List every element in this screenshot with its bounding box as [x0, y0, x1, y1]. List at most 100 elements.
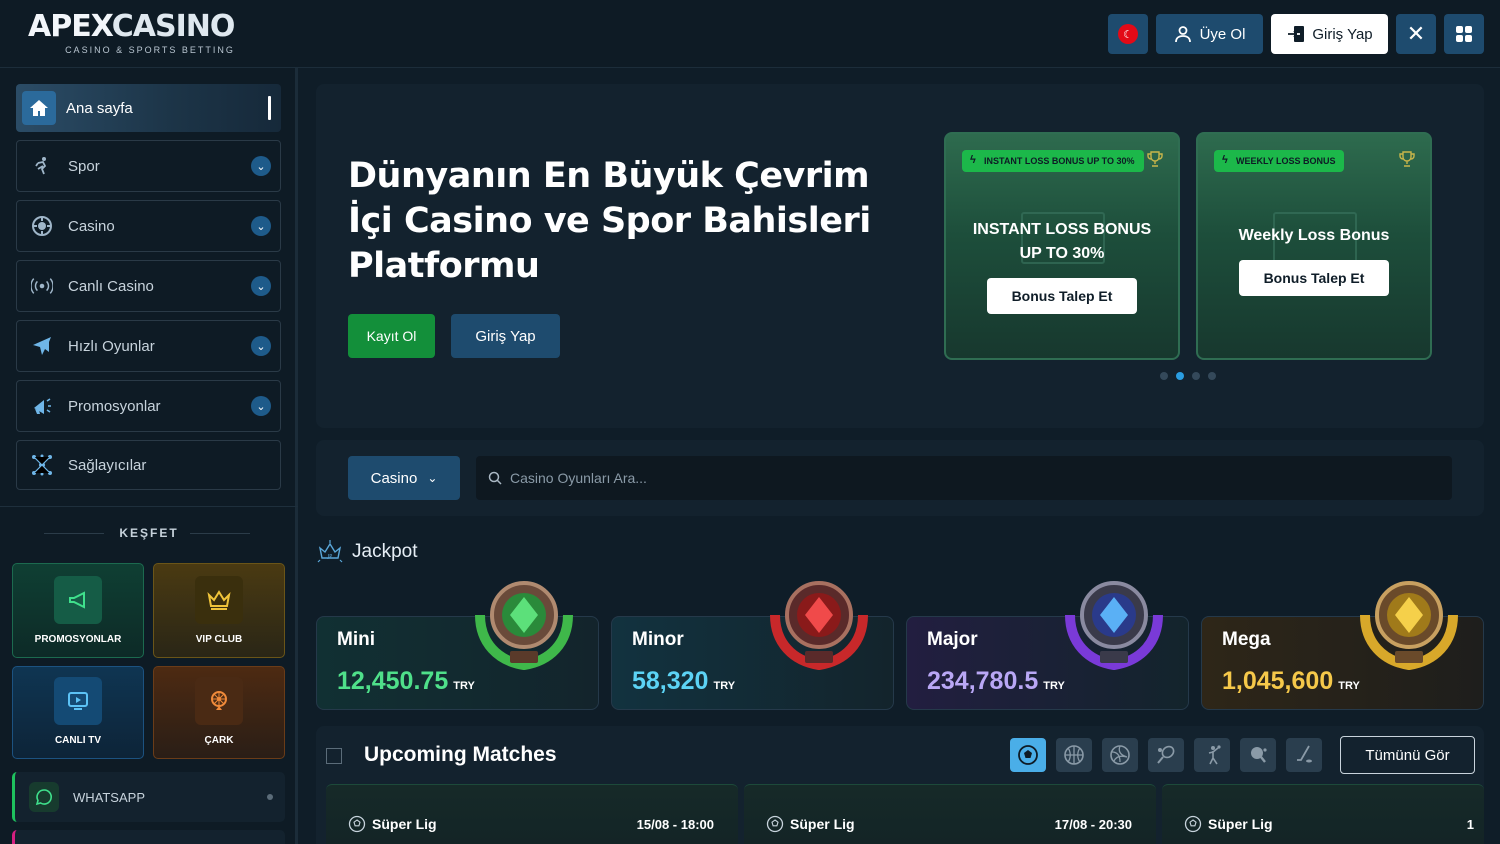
tile-label: CANLI TV — [54, 735, 102, 746]
whatsapp-link[interactable]: WHATSAPP — [12, 772, 285, 822]
category-value: Casino — [370, 469, 418, 487]
upcoming-matches-section: Upcoming Matches Tümünü Gör Süper Lig 15… — [316, 726, 1484, 844]
promo-card[interactable]: INSTANT LOSS BONUS UP TO 30% INSTANT LOS… — [944, 132, 1180, 360]
fortune-wheel-icon — [195, 677, 243, 725]
sidebar-item-live-casino[interactable]: Canlı Casino ⌄ — [16, 260, 281, 312]
tile-vip-club[interactable]: VIP CLUB — [153, 563, 285, 658]
sidebar-item-sport[interactable]: Spor ⌄ — [16, 140, 281, 192]
jackpot-card-mini[interactable]: Mini 12,450.75 TRY — [316, 581, 599, 710]
volleyball-icon[interactable] — [1102, 738, 1138, 772]
tennis-icon[interactable] — [1148, 738, 1184, 772]
language-button[interactable]: ☾ — [1108, 14, 1148, 54]
jackpot-amount: 58,320 — [632, 667, 709, 695]
soccer-icon[interactable] — [1010, 738, 1046, 772]
claim-bonus-button[interactable]: Bonus Talep Et — [987, 278, 1137, 314]
jackpot-tier-name: Minor — [632, 629, 684, 650]
signup-label: Üye Ol — [1199, 25, 1246, 43]
carousel-dots — [1160, 372, 1216, 380]
status-dot — [267, 794, 273, 800]
sidebar-item-label: Promosyonlar — [68, 397, 161, 415]
match-time: 1 — [1466, 817, 1474, 832]
purple-medal-icon — [1065, 581, 1163, 671]
next-contact-link[interactable] — [12, 830, 285, 844]
sidebar-item-home[interactable]: Ana sayfa — [16, 84, 281, 132]
category-select[interactable]: Casino ⌄ — [348, 456, 460, 500]
trophy-icon — [1146, 150, 1164, 168]
carousel-dot[interactable] — [1192, 372, 1200, 380]
hero-register-button[interactable]: Kayıt Ol — [348, 314, 435, 358]
match-card[interactable]: Süper Lig 15/08 - 18:00 — [326, 784, 738, 844]
login-button[interactable]: Giriş Yap — [1271, 14, 1388, 54]
tile-wheel[interactable]: ÇARK — [153, 666, 285, 759]
logo-tagline: CASINO & SPORTS BETTING — [65, 45, 235, 55]
jackpot-amount: 234,780.5 — [927, 667, 1039, 695]
live-broadcast-icon — [31, 275, 53, 297]
tile-label: ÇARK — [204, 735, 234, 746]
currency-label: TRY — [713, 680, 736, 692]
login-label: Giriş Yap — [1312, 25, 1373, 43]
currency-label: TRY — [1338, 680, 1360, 692]
discover-heading: KEŞFET — [119, 526, 179, 540]
chevron-down-icon[interactable]: ⌄ — [251, 156, 271, 176]
jackpot-card-minor[interactable]: Minor 58,320 TRY — [611, 581, 894, 710]
sport-icon — [31, 155, 53, 177]
gold-medal-icon — [1360, 581, 1458, 671]
hero-banner: Dünyanın En Büyük Çevrim İçi Casino ve S… — [316, 84, 1484, 428]
currency-label: TRY — [453, 680, 475, 692]
jackpot-icon: JP — [317, 540, 343, 563]
basketball-icon[interactable] — [1056, 738, 1092, 772]
chevron-down-icon[interactable]: ⌄ — [251, 216, 271, 236]
tile-live-tv[interactable]: CANLI TV — [12, 666, 144, 759]
carousel-dot[interactable] — [1160, 372, 1168, 380]
jackpot-card-mega[interactable]: Mega 1,045,600 TRY — [1201, 581, 1484, 710]
jackpot-card-major[interactable]: Major 234,780.5 TRY — [906, 581, 1189, 710]
currency-label: TRY — [1043, 680, 1065, 692]
sidebar: Ana sayfa Spor ⌄ Casino ⌄ Canlı Casino ⌄… — [0, 68, 298, 844]
carousel-dot-active[interactable] — [1176, 372, 1184, 380]
sidebar-item-casino[interactable]: Casino ⌄ — [16, 200, 281, 252]
claim-bonus-button[interactable]: Bonus Talep Et — [1239, 260, 1389, 296]
soccer-icon — [766, 815, 784, 833]
tile-label: VIP CLUB — [195, 634, 243, 645]
hockey-icon[interactable] — [1286, 738, 1322, 772]
chevron-down-icon[interactable]: ⌄ — [251, 336, 271, 356]
promo-card[interactable]: WEEKLY LOSS BONUS Weekly Loss Bonus Bonu… — [1196, 132, 1432, 360]
hero-login-button[interactable]: Giriş Yap — [451, 314, 560, 358]
sidebar-item-providers[interactable]: Sağlayıcılar — [16, 440, 281, 490]
match-card[interactable]: Süper Lig 1 — [1162, 784, 1484, 844]
sidebar-item-promotions[interactable]: Promosyonlar ⌄ — [16, 380, 281, 432]
match-card[interactable]: Süper Lig 17/08 - 20:30 — [744, 784, 1156, 844]
trophy-icon — [1398, 150, 1416, 168]
tile-label: PROMOSYONLAR — [34, 634, 122, 645]
home-icon — [22, 91, 56, 125]
network-icon — [31, 454, 53, 476]
search-input[interactable] — [510, 470, 1410, 486]
menu-grid-button[interactable] — [1444, 14, 1484, 54]
match-league: Süper Lig — [372, 816, 437, 832]
promo-tag: WEEKLY LOSS BONUS — [1214, 150, 1344, 172]
sidebar-item-fast-games[interactable]: Hızlı Oyunlar ⌄ — [16, 320, 281, 372]
chevron-down-icon[interactable]: ⌄ — [251, 276, 271, 296]
plane-icon — [31, 335, 53, 357]
section-line-right — [190, 533, 250, 534]
search-box[interactable] — [476, 456, 1452, 500]
view-all-button[interactable]: Tümünü Gör — [1340, 736, 1475, 774]
turkey-flag-icon: ☾ — [1118, 24, 1138, 44]
handball-icon[interactable] — [1194, 738, 1230, 772]
close-sidebar-button[interactable]: ✕ — [1396, 14, 1436, 54]
signup-button[interactable]: Üye Ol — [1156, 14, 1263, 54]
sidebar-item-label: Canlı Casino — [68, 277, 154, 295]
chevron-down-icon[interactable]: ⌄ — [251, 396, 271, 416]
table-tennis-icon[interactable] — [1240, 738, 1276, 772]
jackpot-tier-name: Mini — [337, 629, 375, 650]
jackpot-title: Jackpot — [352, 541, 418, 562]
site-logo[interactable]: APEXCASINO CASINO & SPORTS BETTING — [28, 12, 272, 56]
carousel-dot[interactable] — [1208, 372, 1216, 380]
sidebar-item-label: Spor — [68, 157, 100, 175]
upcoming-title: Upcoming Matches — [364, 743, 557, 766]
jackpot-header: JP Jackpot — [316, 538, 417, 566]
tile-promotions[interactable]: PROMOSYONLAR — [12, 563, 144, 658]
green-medal-icon — [475, 581, 573, 671]
active-indicator — [268, 96, 271, 120]
user-icon — [1174, 26, 1191, 43]
